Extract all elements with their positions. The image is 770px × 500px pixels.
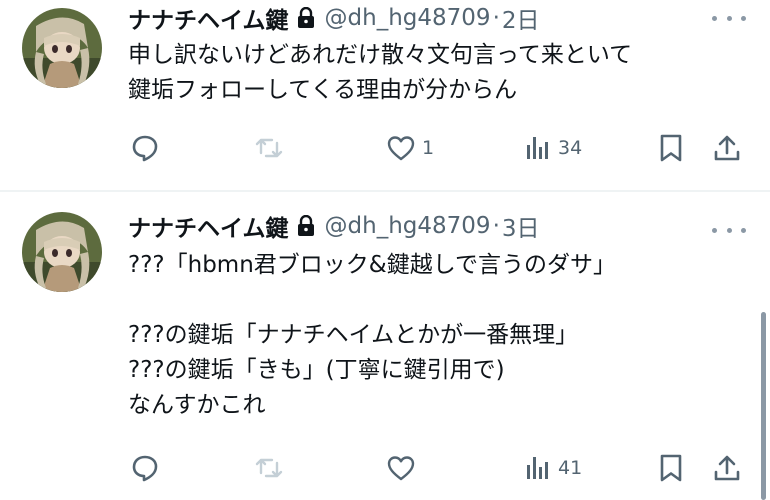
views-count: 41 [558,457,583,479]
heart-icon [387,456,415,481]
retweet-icon [255,458,283,478]
views-icon [527,457,548,479]
tweet-text: ???「hbmn君ブロック&鍵越しで言うのダサ」 ???の鍵垢「ナナチヘイムとか… [128,248,616,423]
like-button[interactable] [386,448,416,488]
views-icon [527,137,548,159]
retweet-icon [255,138,283,158]
like-button[interactable]: 1 [386,128,434,168]
share-button[interactable] [712,448,742,488]
author-handle[interactable]: @dh_hg48709 [325,213,491,239]
heart-icon [387,136,415,161]
reply-button[interactable] [130,128,160,168]
tweet-header: ナナチヘイム鍵 @dh_hg48709 · 3日 [128,210,540,242]
author-handle[interactable]: @dh_hg48709 [325,5,491,31]
views-count: 34 [558,137,583,159]
views-button[interactable]: 41 [522,448,582,488]
reply-icon [132,135,158,162]
bookmark-icon [660,454,682,482]
share-icon [714,455,740,481]
action-bar: 41 [120,448,760,488]
views-button[interactable]: 34 [522,128,582,168]
action-bar: 1 34 [120,128,760,168]
share-icon [714,135,740,161]
author-name[interactable]: ナナチヘイム鍵 [128,209,289,243]
lock-icon [297,214,315,237]
tweet-text-blank-line [128,283,616,318]
separator: · [492,213,500,239]
tweet-text-line: 申し訳ないけどあれだけ散々文句言って来といて [128,42,633,68]
like-count: 1 [422,137,435,159]
tweet-text-line: ???「hbmn君ブロック&鍵越しで言うのダサ」 [128,252,617,278]
retweet-button[interactable] [254,128,284,168]
lock-icon [297,6,315,29]
tweet-header: ナナチヘイム鍵 @dh_hg48709 · 2日 [128,2,540,34]
author-name[interactable]: ナナチヘイム鍵 [128,1,289,35]
tweet-text: 申し訳ないけどあれだけ散々文句言って来といて 鍵垢フォローしてくる理由が分からん [128,38,632,108]
retweet-button[interactable] [254,448,284,488]
more-options-icon[interactable] [712,8,746,28]
timestamp[interactable]: 3日 [502,209,540,243]
share-button[interactable] [712,128,742,168]
more-options-icon[interactable] [712,220,746,240]
tweet-text-line: ???の鍵垢「ナナチヘイムとかが一番無理」 [128,322,579,348]
tweet[interactable]: ナナチヘイム鍵 @dh_hg48709 · 2日 申し訳ないけどあれだけ散々文句… [0,0,770,190]
timestamp[interactable]: 2日 [502,1,540,35]
avatar[interactable] [22,8,102,88]
reply-button[interactable] [130,448,160,488]
avatar[interactable] [22,212,102,292]
tweet-text-line: ???の鍵垢「きも」(丁寧に鍵引用で) [128,357,505,383]
scrollbar[interactable] [761,312,766,500]
tweet[interactable]: ナナチヘイム鍵 @dh_hg48709 · 3日 ???「hbmn君ブロック&鍵… [0,192,770,500]
separator: · [492,5,500,31]
bookmark-icon [660,134,682,162]
reply-icon [132,455,158,482]
bookmark-button[interactable] [656,128,686,168]
bookmark-button[interactable] [656,448,686,488]
tweet-text-line: なんすかこれ [128,392,266,418]
tweet-text-line: 鍵垢フォローしてくる理由が分からん [128,77,518,103]
